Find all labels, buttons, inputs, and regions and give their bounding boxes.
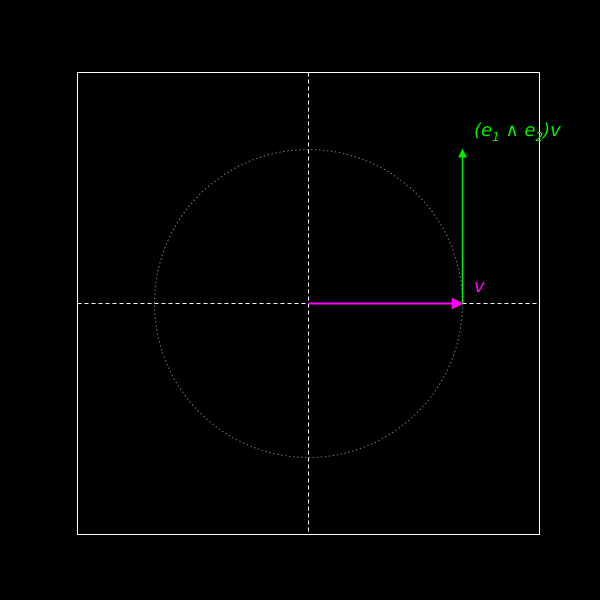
label-wedge: ∧ e xyxy=(500,120,536,141)
label-subscript-2: 2 xyxy=(535,130,543,144)
label-prefix: (e xyxy=(474,120,492,141)
label-subscript-1: 1 xyxy=(492,130,500,144)
vector-rotated-label: (e1 ∧ e2)v xyxy=(474,120,561,144)
vector-v-label: v xyxy=(474,276,485,297)
diagram-canvas: v (e1 ∧ e2)v xyxy=(77,72,561,535)
label-suffix: )v xyxy=(541,120,561,141)
